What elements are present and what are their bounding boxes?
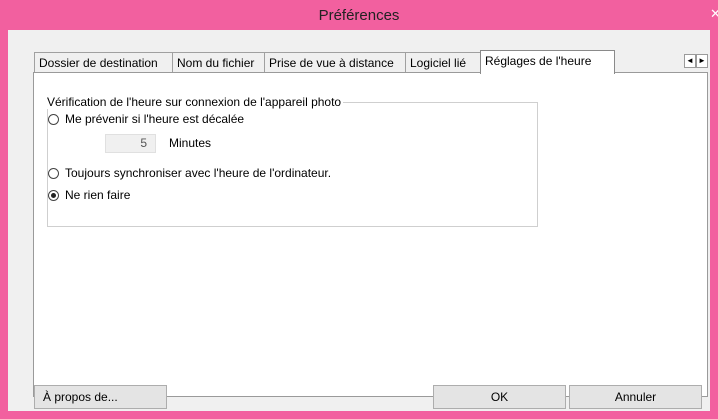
minutes-input: 5 [105, 134, 156, 153]
tab-reglages-heure[interactable]: Réglages de l'heure [480, 50, 615, 74]
radio-button[interactable] [48, 167, 59, 179]
radio-label-sync: Toujours synchroniser avec l'heure de l'… [65, 166, 332, 180]
radio-button-selected[interactable] [48, 189, 59, 201]
radio-label-warn: Me prévenir si l'heure est décalée [65, 112, 245, 126]
about-button[interactable]: À propos de... [34, 385, 167, 409]
cancel-button[interactable]: Annuler [569, 385, 702, 409]
ok-button[interactable]: OK [433, 385, 566, 409]
tab-logiciel-lie[interactable]: Logiciel lié [405, 52, 481, 72]
title-bar: Préférences ✕ [0, 0, 718, 30]
tab-prise-de-vue[interactable]: Prise de vue à distance [264, 52, 406, 72]
minutes-label: Minutes [169, 136, 212, 150]
group-label: Vérification de l'heure sur connexion de… [45, 95, 344, 109]
tab-nom-fichier[interactable]: Nom du fichier [172, 52, 265, 72]
radio-option-sync[interactable]: Toujours synchroniser avec l'heure de l'… [48, 166, 331, 180]
tab-dossier-destination[interactable]: Dossier de destination [34, 52, 173, 72]
window-title: Préférences [318, 7, 400, 24]
arrow-right-icon[interactable]: ► [696, 54, 708, 68]
close-icon[interactable]: ✕ [710, 5, 718, 23]
radio-button[interactable] [48, 113, 59, 125]
dialog-body: Dossier de destination Nom du fichier Pr… [8, 30, 710, 411]
radio-option-nothing[interactable]: Ne rien faire [48, 188, 130, 202]
radio-option-warn[interactable]: Me prévenir si l'heure est décalée [48, 112, 244, 126]
arrow-left-icon[interactable]: ◄ [684, 54, 696, 68]
radio-label-nothing: Ne rien faire [65, 188, 131, 202]
